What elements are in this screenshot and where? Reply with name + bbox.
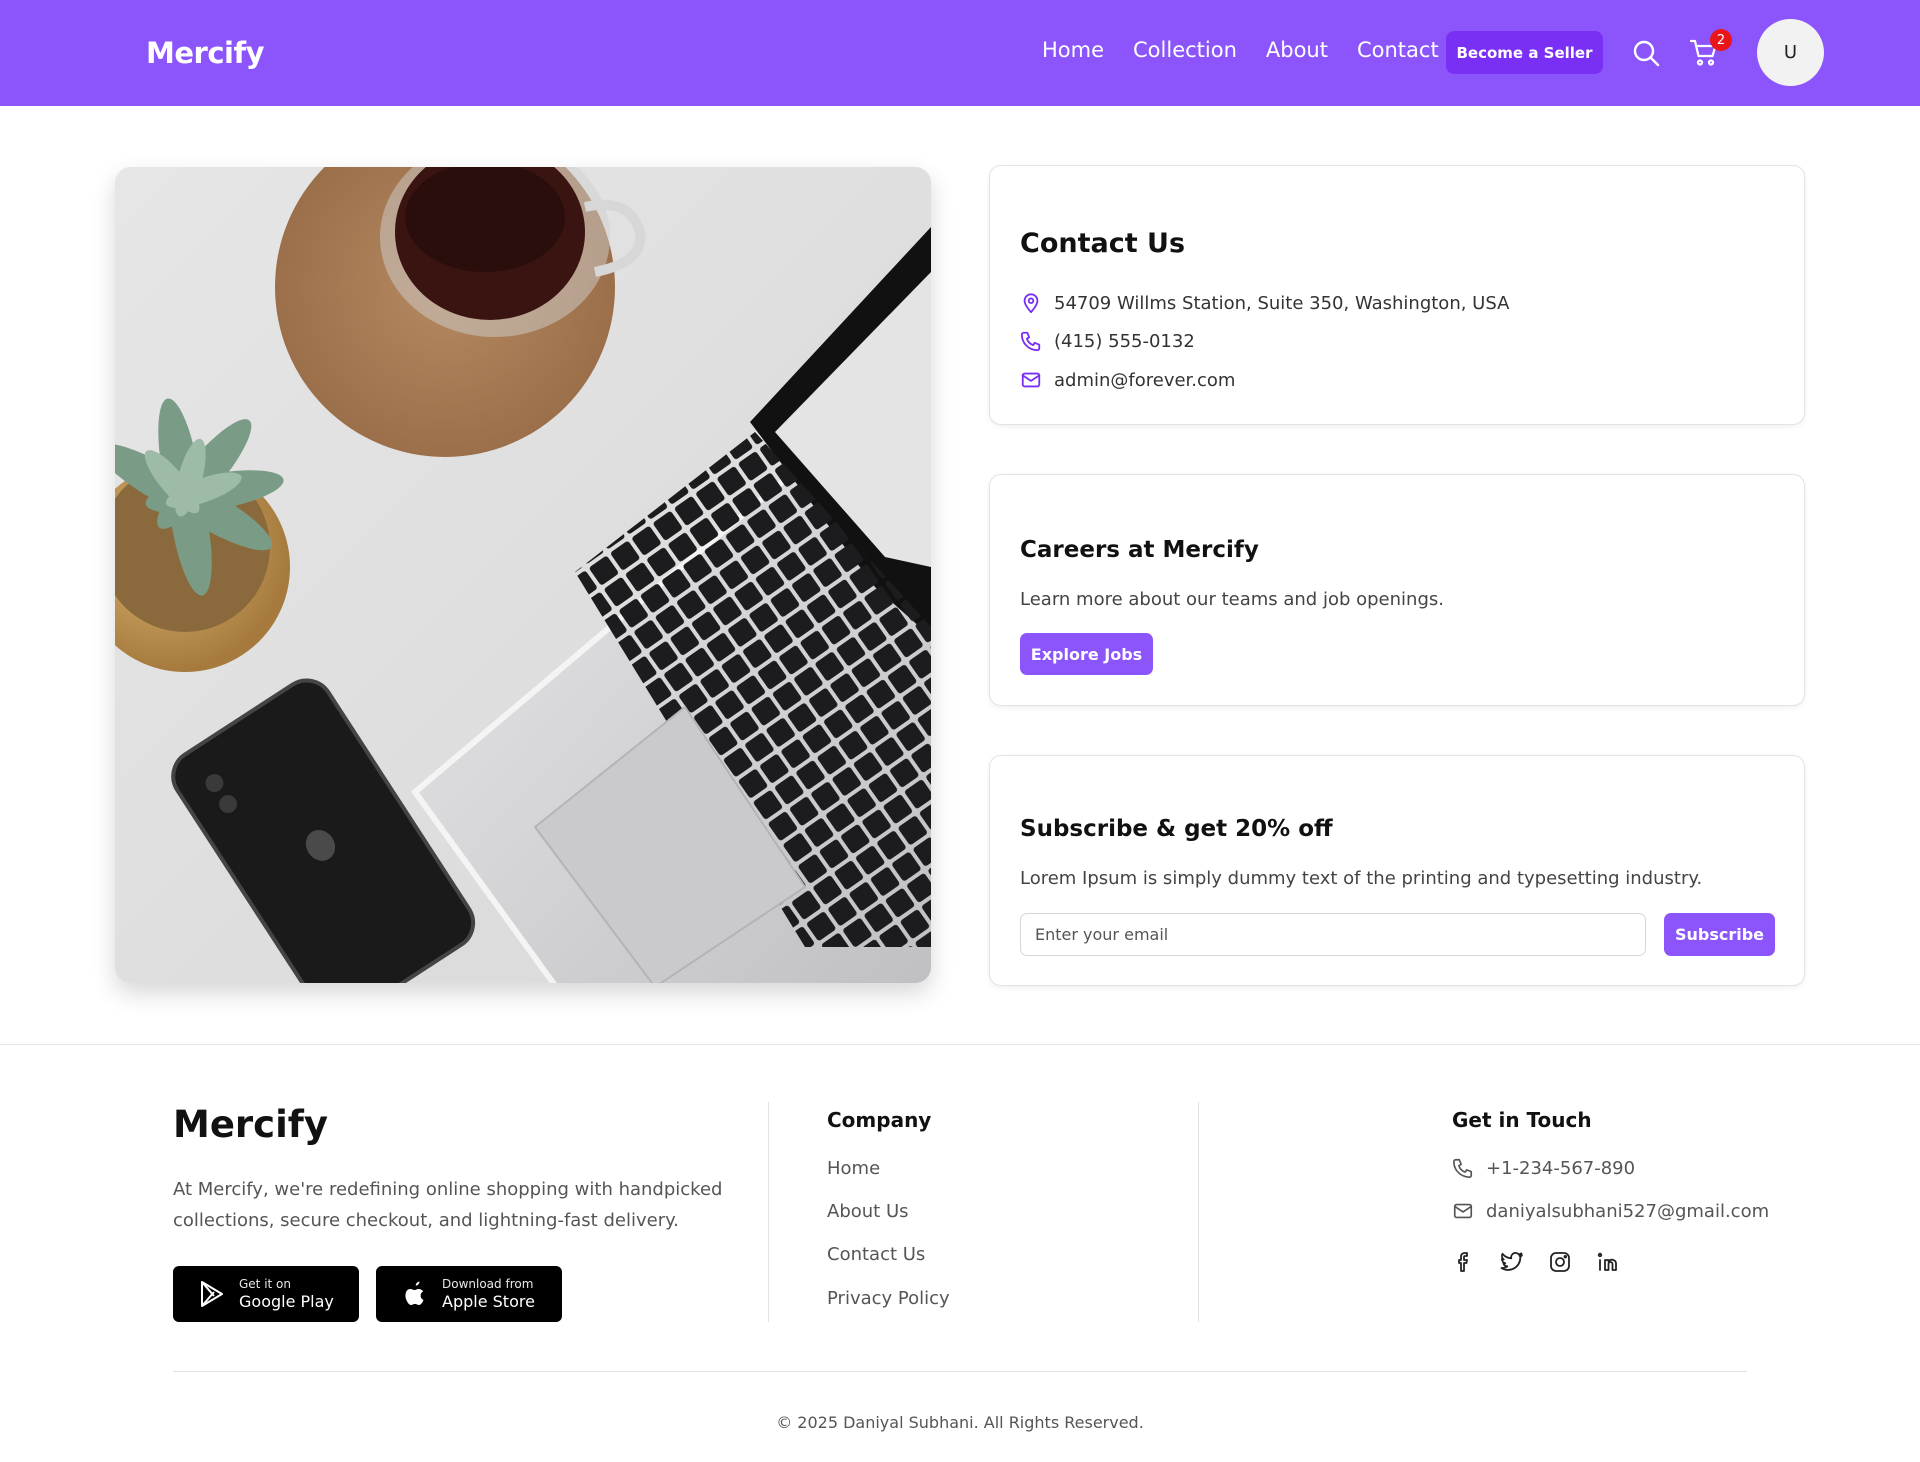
subscribe-title: Subscribe & get 20% off (1020, 816, 1333, 842)
footer-column-divider (1198, 1102, 1199, 1322)
footer-divider (0, 1044, 1920, 1045)
main-nav: Home Collection About Contact (1042, 38, 1468, 62)
careers-card: Careers at Mercify Learn more about our … (989, 474, 1805, 706)
contact-address: 54709 Willms Station, Suite 350, Washing… (1020, 292, 1509, 314)
footer-link-contact[interactable]: Contact Us (827, 1244, 925, 1265)
top-navbar: Mercify Home Collection About Contact Be… (0, 0, 1920, 106)
search-icon[interactable] (1632, 39, 1660, 67)
footer-bottom-divider (173, 1371, 1747, 1372)
social-links (1452, 1250, 1620, 1274)
footer-phone-text[interactable]: +1-234-567-890 (1486, 1158, 1635, 1179)
linkedin-icon[interactable] (1596, 1250, 1620, 1274)
twitter-icon[interactable] (1500, 1250, 1524, 1274)
location-pin-icon (1023, 293, 1039, 314)
contact-title: Contact Us (1020, 228, 1186, 259)
contact-card: Contact Us 54709 Willms Station, Suite 3… (989, 165, 1805, 425)
instagram-icon[interactable] (1548, 1250, 1572, 1274)
nav-collection[interactable]: Collection (1133, 38, 1237, 62)
cart-count-badge: 2 (1710, 29, 1732, 51)
contact-email: admin@forever.com (1020, 369, 1235, 391)
address-text: 54709 Willms Station, Suite 350, Washing… (1054, 292, 1510, 314)
google-play-label: Google Play (239, 1292, 334, 1311)
contact-phone: (415) 555-0132 (1020, 330, 1195, 352)
careers-title: Careers at Mercify (1020, 537, 1259, 563)
become-seller-button[interactable]: Become a Seller (1446, 31, 1603, 74)
phone-text[interactable]: (415) 555-0132 (1054, 331, 1195, 352)
footer-link-home[interactable]: Home (827, 1158, 880, 1179)
careers-description: Learn more about our teams and job openi… (1020, 589, 1444, 610)
company-heading: Company (827, 1108, 932, 1132)
copyright-text: © 2025 Daniyal Subhani. All Rights Reser… (776, 1413, 1144, 1432)
phone-icon (1020, 331, 1041, 352)
footer-description: At Mercify, we're redefining online shop… (173, 1179, 723, 1231)
footer-email: daniyalsubhani527@gmail.com (1452, 1200, 1769, 1222)
subscribe-button[interactable]: Subscribe (1664, 913, 1775, 956)
google-play-small: Get it on (239, 1277, 292, 1291)
google-play-icon (201, 1281, 223, 1307)
mail-icon (1021, 372, 1041, 388)
nav-home[interactable]: Home (1042, 38, 1104, 62)
footer-column-divider (768, 1102, 769, 1322)
footer-brand: Mercify (173, 1103, 328, 1146)
subscribe-card: Subscribe & get 20% off Lorem Ipsum is s… (989, 755, 1805, 986)
google-play-button[interactable]: Get it on Google Play (173, 1266, 359, 1322)
footer-phone: +1-234-567-890 (1452, 1157, 1635, 1179)
mail-icon (1453, 1203, 1473, 1219)
explore-jobs-button[interactable]: Explore Jobs (1020, 633, 1153, 675)
nav-about[interactable]: About (1266, 38, 1328, 62)
apple-store-label: Apple Store (442, 1292, 535, 1311)
apple-store-small: Download from (442, 1277, 534, 1291)
get-in-touch-heading: Get in Touch (1452, 1108, 1592, 1132)
subscribe-description: Lorem Ipsum is simply dummy text of the … (1020, 868, 1703, 889)
email-input[interactable] (1020, 913, 1646, 956)
footer-link-privacy[interactable]: Privacy Policy (827, 1288, 950, 1309)
workspace-hero-image (115, 167, 931, 983)
email-text[interactable]: admin@forever.com (1054, 370, 1235, 391)
phone-icon (1453, 1158, 1473, 1178)
nav-contact[interactable]: Contact (1357, 38, 1439, 62)
footer-link-about[interactable]: About Us (827, 1201, 909, 1222)
footer-email-text[interactable]: daniyalsubhani527@gmail.com (1486, 1201, 1769, 1222)
apple-store-button[interactable]: Download from Apple Store (376, 1266, 562, 1322)
apple-icon (405, 1281, 424, 1305)
facebook-icon[interactable] (1452, 1250, 1476, 1274)
user-avatar[interactable]: U (1757, 19, 1824, 86)
brand-logo[interactable]: Mercify (146, 36, 264, 70)
